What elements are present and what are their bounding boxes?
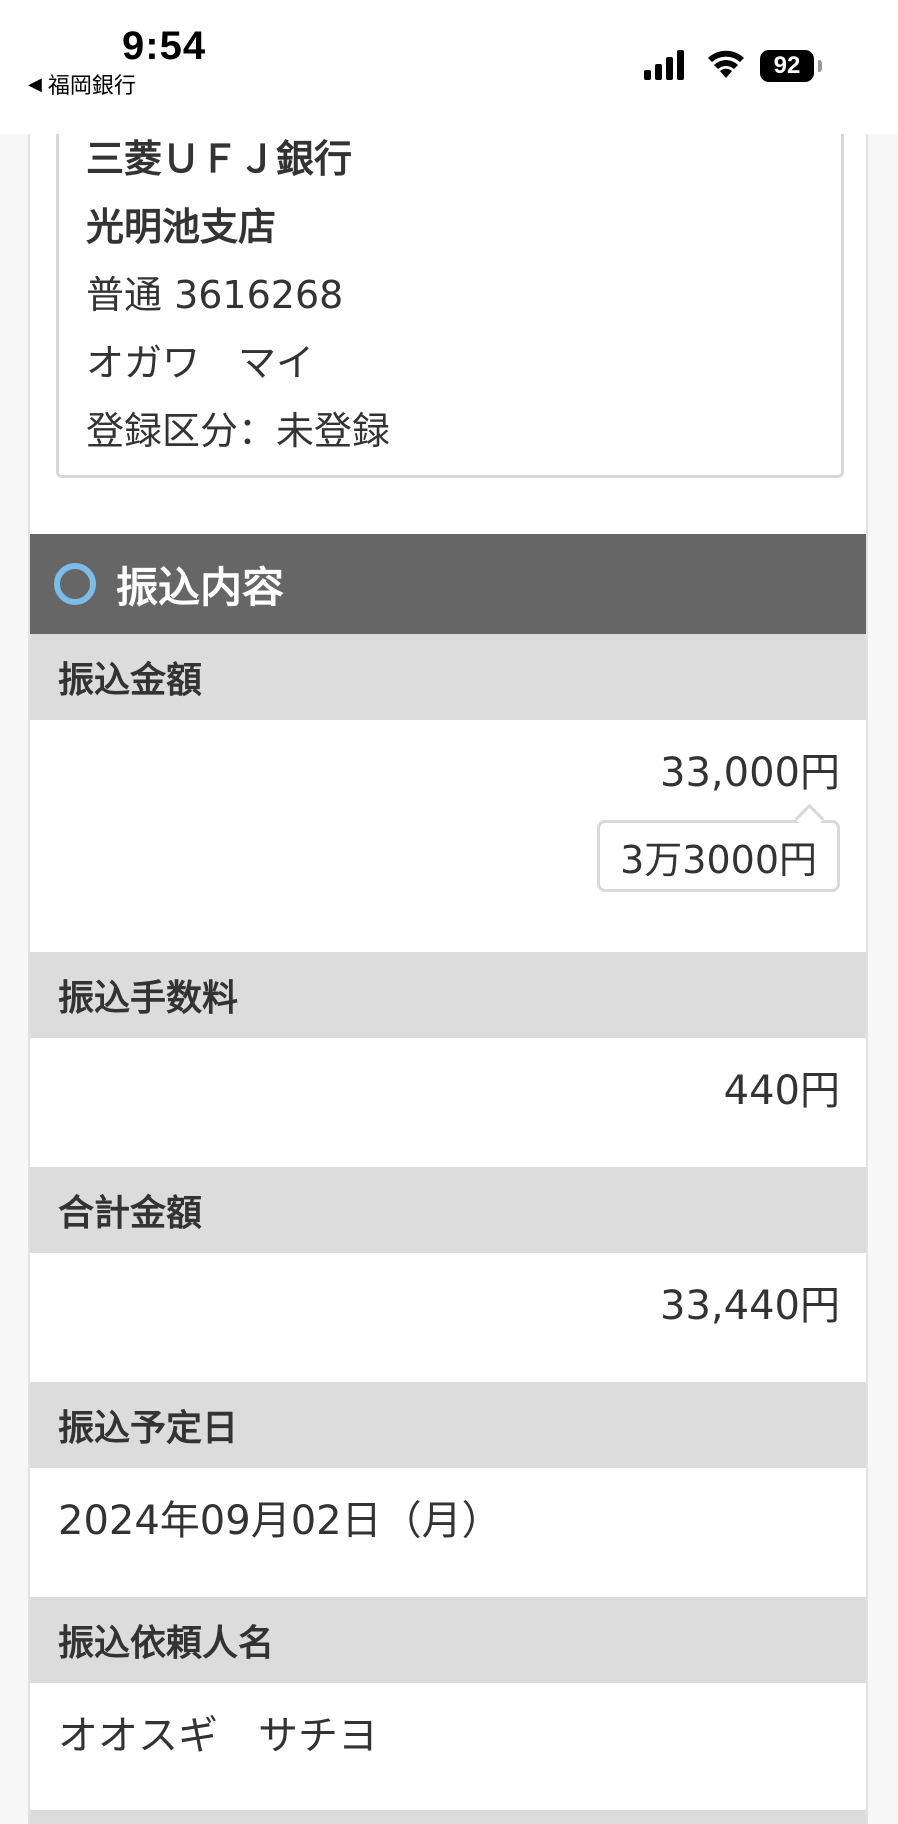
requester-label: 振込依頼人名	[58, 1623, 275, 1664]
fee-value: 440円	[723, 1068, 840, 1114]
total-label-row: 合計金額	[30, 1167, 866, 1253]
payee-registration: 登録区分：未登録	[86, 409, 391, 453]
date-label-row: 振込予定日	[30, 1382, 866, 1468]
requester-label-row: 振込依頼人名	[30, 1597, 866, 1683]
payee-name: オガワ マイ	[86, 341, 315, 385]
date-label: 振込予定日	[58, 1408, 239, 1449]
amount-value: 33,000円	[660, 750, 840, 796]
cellular-signal-icon	[644, 50, 688, 84]
amount-kanji-tooltip: 3万3000円	[597, 820, 840, 892]
battery-level: 92	[760, 50, 814, 82]
next-label-row	[30, 1810, 866, 1824]
requester-value: オオスギ サチヨ	[58, 1713, 378, 1759]
section-header: 振込内容	[30, 534, 866, 634]
total-value: 33,440円	[660, 1283, 840, 1329]
battery-tip	[818, 60, 822, 72]
status-bar: 9:54 ◀ 福岡銀行 92	[0, 0, 898, 134]
back-app-label: 福岡銀行	[47, 74, 136, 99]
payee-branch: 光明池支店	[86, 205, 277, 249]
fee-label-row: 振込手数料	[30, 952, 866, 1038]
back-to-app-link[interactable]: ◀ 福岡銀行	[28, 68, 136, 100]
clock: 9:54	[122, 24, 207, 68]
amount-label-row: 振込金額	[30, 634, 866, 720]
battery-icon: 92	[760, 50, 822, 82]
section-title: 振込内容	[116, 562, 285, 612]
payee-bank: 三菱ＵＦＪ銀行	[86, 137, 353, 181]
date-value: 2024年09月02日（月）	[58, 1498, 502, 1544]
main-content: 三菱ＵＦＪ銀行 光明池支店 普通 3616268 オガワ マイ 登録区分：未登録…	[28, 0, 868, 1824]
fee-label: 振込手数料	[58, 978, 239, 1019]
total-label: 合計金額	[58, 1193, 203, 1234]
amount-label: 振込金額	[58, 660, 203, 701]
wifi-icon	[706, 48, 746, 84]
payee-account: 普通 3616268	[86, 273, 344, 317]
amount-kanji: 3万3000円	[620, 837, 817, 882]
circle-icon	[54, 563, 96, 605]
back-arrow-icon: ◀	[28, 73, 42, 95]
